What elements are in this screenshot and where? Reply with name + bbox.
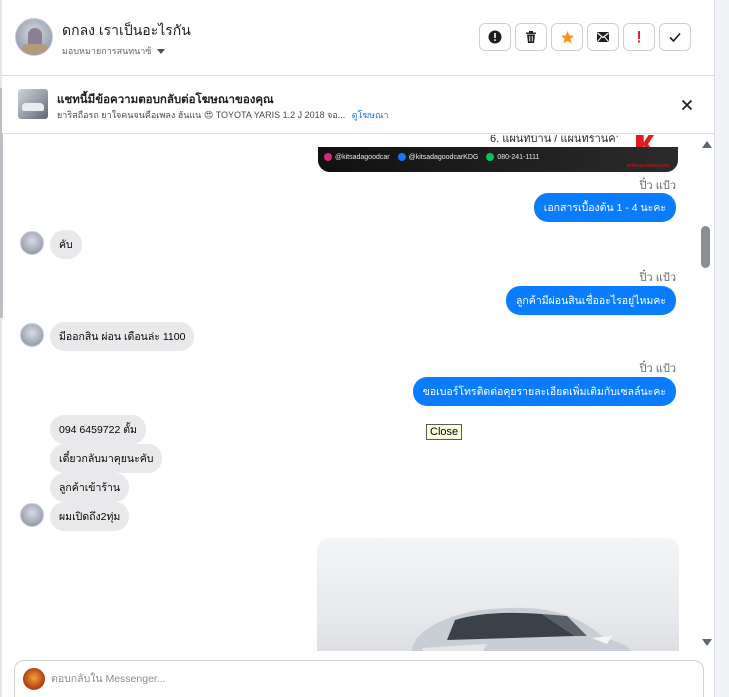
scroll-down-arrow-icon[interactable]	[702, 639, 712, 646]
contact-avatar[interactable]	[20, 503, 44, 527]
scroll-up-arrow-icon[interactable]	[702, 141, 712, 148]
reply-composer	[14, 660, 704, 697]
reply-input[interactable]	[51, 670, 691, 688]
close-tooltip: Close	[426, 424, 463, 440]
conversation-header: ดกลง เราเป็นอะไรกัน มอบหมายการสนทนาซ้	[2, 0, 714, 76]
assign-label: มอบหมายการสนทนาซ้	[62, 46, 152, 56]
facebook-handle: @kitsadagoodcarKDG	[408, 153, 479, 161]
exclamation-icon	[638, 31, 640, 43]
incoming-message[interactable]: ผมเปิดถึง2ทุ่ม	[50, 502, 130, 531]
ad-description-text: ยาริสถือรถ ยาใจคนจนคือเพลง ฮันแน 😍 TOYOT…	[57, 110, 346, 120]
outgoing-message[interactable]: เอกสารเบื้องต้น 1 - 4 นะคะ	[533, 193, 676, 222]
trash-icon	[526, 31, 536, 43]
mark-unread-button[interactable]	[587, 23, 619, 51]
contact-avatar[interactable]	[20, 323, 44, 347]
assign-conversation-dropdown[interactable]: มอบหมายการสนทนาซ้	[62, 44, 166, 58]
message-thread[interactable]: 6. แผนที่บ้าน / แผนที่ร้านค้า @kitsadago…	[2, 135, 714, 651]
ad-thumbnail[interactable]	[18, 89, 48, 119]
mark-unread-icon	[597, 32, 609, 42]
car-illustration	[411, 607, 631, 651]
star-icon	[560, 30, 574, 43]
done-button[interactable]	[659, 23, 691, 51]
ad-contact-strip: @kitsadagoodcar @kitsadagoodcarKDG 080-2…	[324, 153, 539, 161]
phone-number: 080-241-1111	[497, 153, 540, 161]
instagram-handle: @kitsadagoodcar	[335, 153, 390, 161]
star-button[interactable]	[551, 23, 583, 51]
close-icon[interactable]	[679, 97, 695, 113]
contact-name[interactable]: ดกลง เราเป็นอะไรกัน	[62, 20, 191, 42]
alert-button[interactable]	[479, 23, 511, 51]
sender-name: ปิ๋ว แป้ว	[639, 180, 676, 192]
check-icon	[669, 32, 681, 43]
banner-description: ยาริสถือรถ ยาใจคนจนคือเพลง ฮันแน 😍 TOYOT…	[57, 108, 389, 122]
ad-image-text: 6. แผนที่บ้าน / แผนที่ร้านค้า	[490, 135, 622, 145]
ad-brand-text: KITSADAGOODCAR	[626, 163, 670, 168]
right-panel-edge	[714, 0, 729, 697]
car-photo-attachment[interactable]	[317, 538, 679, 651]
banner-title: แชทนี้มีข้อความตอบกลับต่อโฆษณาของคุณ	[57, 94, 274, 106]
outgoing-message[interactable]: ลูกค้ามีผ่อนสินเชื่ออะไรอยู่ไหมคะ	[506, 286, 676, 315]
spam-button[interactable]	[623, 23, 655, 51]
incoming-message[interactable]: 094 6459722 ตั้ม	[50, 415, 146, 444]
incoming-message[interactable]: มีออกสิน ผ่อน เดือนล่ะ 1100	[50, 322, 195, 351]
contact-avatar[interactable]	[20, 231, 44, 255]
alert-icon	[488, 30, 502, 44]
outgoing-message[interactable]: ขอเบอร์โทรติดต่อคุยรายละเอียดเพิ่มเติมกั…	[412, 377, 676, 406]
chevron-down-icon	[157, 48, 166, 54]
thread-scrollbar[interactable]	[700, 137, 712, 650]
incoming-message[interactable]: เดี๋ยวกลับมาคุยนะคับ	[50, 444, 163, 473]
delete-button[interactable]	[515, 23, 547, 51]
shared-ad-image[interactable]: 6. แผนที่บ้าน / แผนที่ร้านค้า @kitsadago…	[318, 135, 678, 172]
scroll-thumb[interactable]	[701, 226, 710, 268]
sender-name: ปิ๋ว แป้ว	[639, 272, 676, 284]
sender-name: ปิ๋ว แป้ว	[639, 363, 676, 375]
incoming-message[interactable]: ลูกค้าเข้าร้าน	[50, 473, 130, 502]
contact-avatar[interactable]	[15, 18, 53, 56]
incoming-message[interactable]: คับ	[50, 230, 82, 259]
view-ad-link[interactable]: ดูโฆษณา	[352, 110, 389, 120]
ad-reply-banner: แชทนี้มีข้อความตอบกลับต่อโฆษณาของคุณ ยาร…	[2, 77, 714, 134]
page-avatar	[23, 668, 45, 690]
